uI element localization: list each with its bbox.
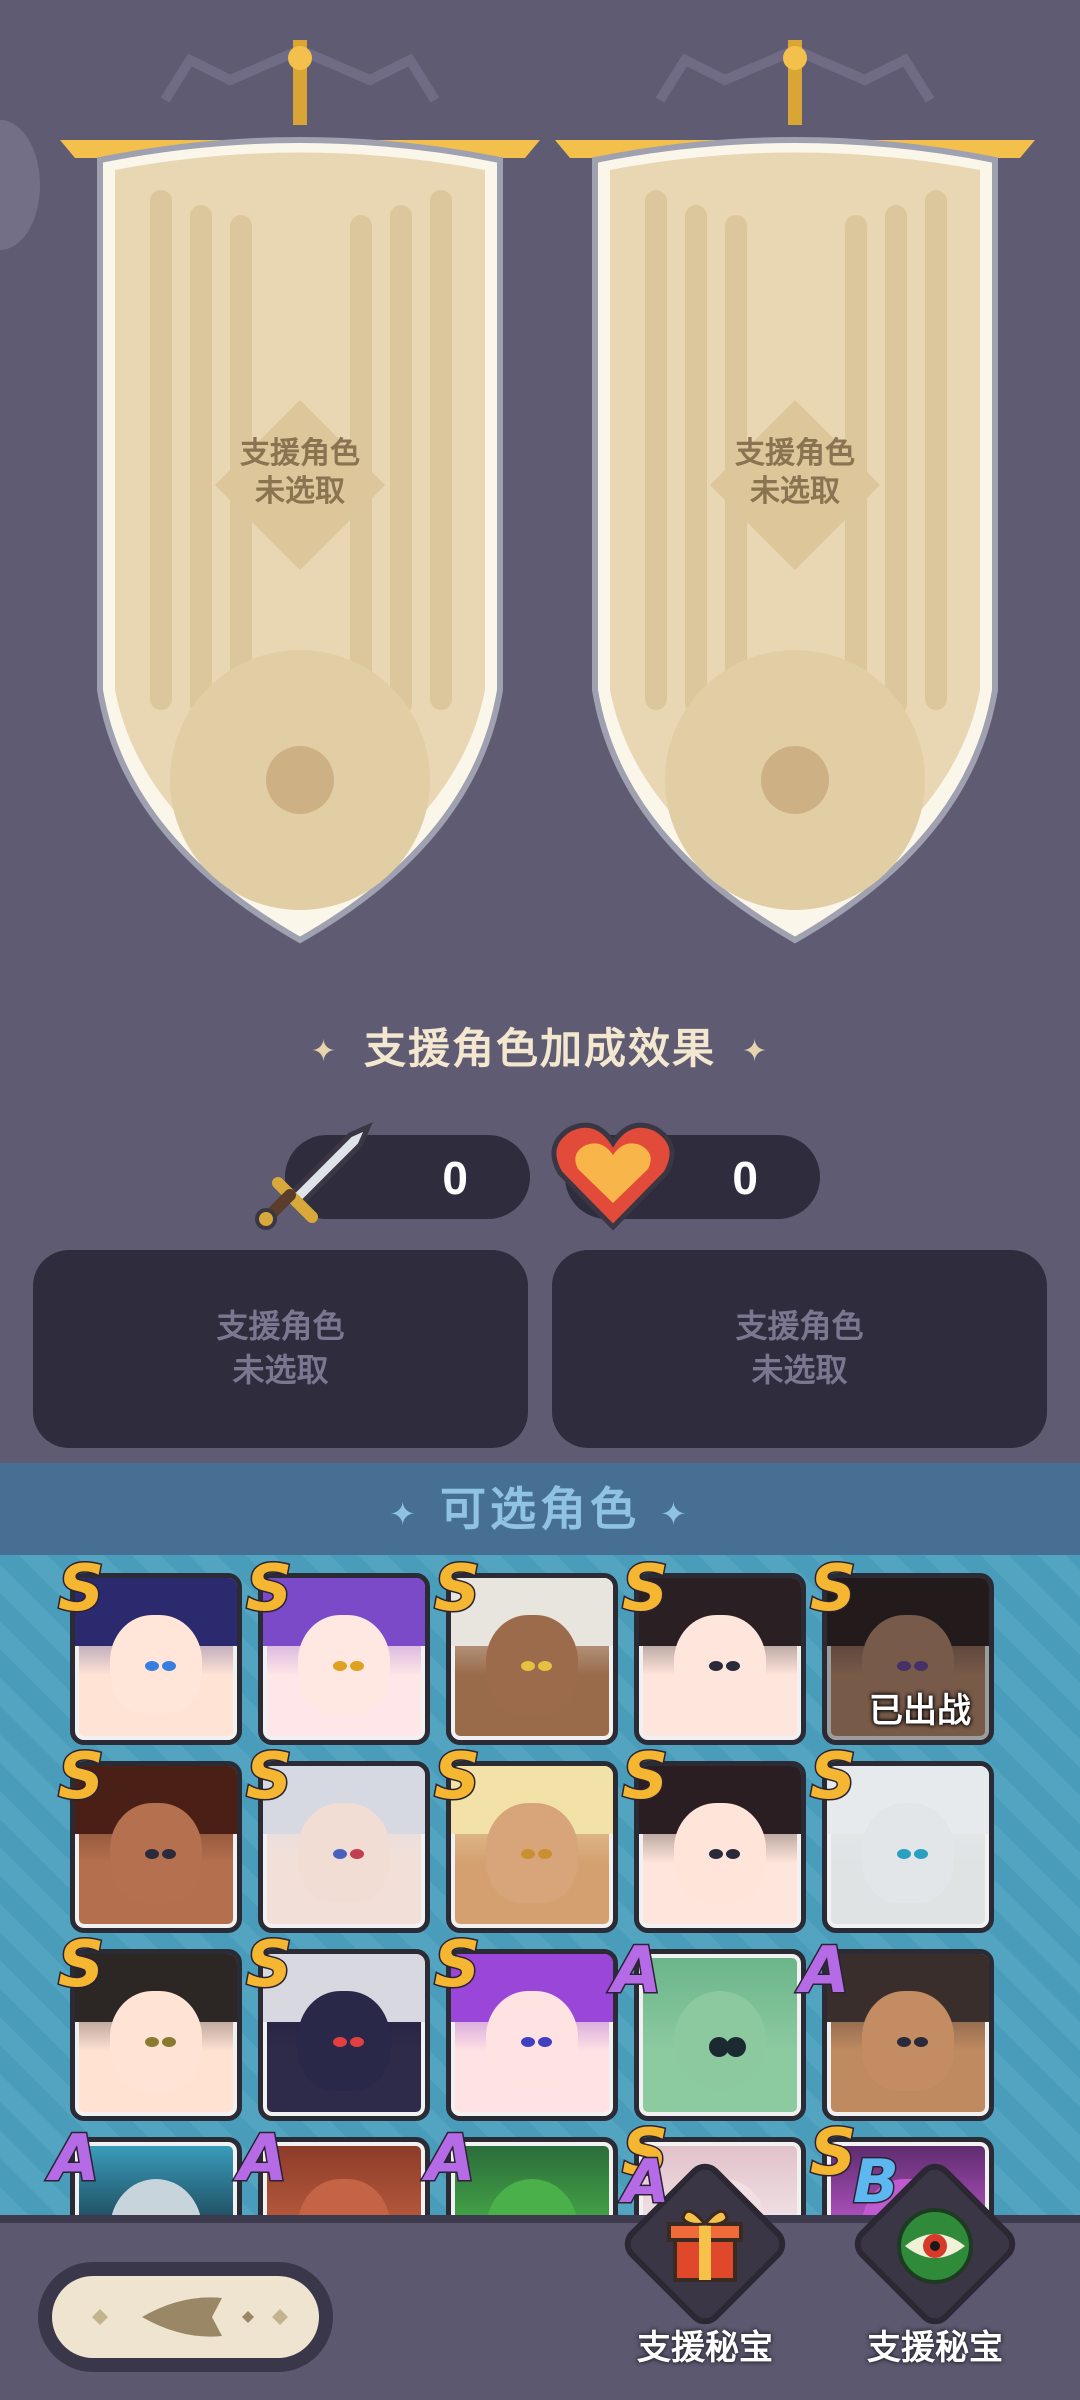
right-ornament-icon: ✦ xyxy=(742,1035,770,1069)
back-button-face xyxy=(52,2276,319,2358)
rank-badge: S xyxy=(808,1740,857,1814)
rank-badge: S xyxy=(432,1555,481,1626)
back-button[interactable] xyxy=(38,2262,333,2372)
left-ornament-icon: ✦ xyxy=(310,1035,338,1069)
rank-badge: S xyxy=(56,1555,105,1626)
banner-line-1: 支援角色 xyxy=(240,437,360,470)
rank-badge: A xyxy=(799,1934,852,2008)
side-orb-decoration xyxy=(0,120,40,250)
deployed-label: 已出战 xyxy=(869,1692,971,1730)
character-grid[interactable]: 已出战 S S S S S S S S S S S S S A A A A A … xyxy=(0,1555,1080,2215)
treasure-rank-badge: A xyxy=(621,2147,670,2217)
rank-badge: S xyxy=(432,1740,481,1814)
rank-badge: S xyxy=(244,1740,293,1814)
rank-badge: S xyxy=(808,1555,857,1626)
eye-orb-icon xyxy=(897,2208,973,2284)
rank-badge: A xyxy=(49,2122,102,2196)
support-banner-slot-1[interactable]: 支援角色 未选取 xyxy=(55,40,545,960)
bonus-effect-title: ✦ 支援角色加成效果 ✦ xyxy=(0,1015,1080,1076)
right-ornament-icon: ✦ xyxy=(660,1496,691,1532)
bonus-title-text: 支援角色加成效果 xyxy=(363,1025,716,1072)
slot-line-2: 未选取 xyxy=(751,1352,848,1388)
rank-badge: S xyxy=(56,1740,105,1814)
rank-badge: A xyxy=(237,2122,290,2196)
support-selection-screen: 支援角色 未选取 支援角色 未选取 ✦ 支援角色加成效果 ✦ 0 0 支援角色 … xyxy=(0,0,1080,2400)
slot-line-2: 未选取 xyxy=(232,1352,329,1388)
banner-line-1: 支援角色 xyxy=(735,437,855,470)
treasure-label: 支援秘宝 xyxy=(867,2329,1003,2367)
banner-line-2: 未选取 xyxy=(750,475,840,508)
attack-bonus-value: 0 xyxy=(442,1152,468,1204)
rank-badge: S xyxy=(56,1928,105,2002)
rank-badge: A xyxy=(425,2122,478,2196)
rank-badge: S xyxy=(244,1555,293,1626)
left-ornament-icon: ✦ xyxy=(389,1496,420,1532)
rank-badge: S xyxy=(432,1928,481,2002)
support-slot-card-1[interactable]: 支援角色 未选取 xyxy=(33,1250,528,1448)
gift-box-icon xyxy=(667,2209,743,2282)
support-treasure-button-2[interactable]: B 支援秘宝 xyxy=(835,2149,1035,2390)
sword-icon xyxy=(255,1122,373,1230)
banner-status-text: 支援角色 未选取 xyxy=(550,435,1040,511)
banner-line-2: 未选取 xyxy=(255,475,345,508)
rank-badge: S xyxy=(620,1555,669,1626)
health-bonus-value: 0 xyxy=(732,1152,758,1204)
back-arrow-icon xyxy=(92,2297,288,2337)
slot-line-1: 支援角色 xyxy=(735,1308,864,1344)
roster-header: ✦ 可选角色 ✦ xyxy=(0,1463,1080,1555)
rank-badge: A xyxy=(611,1934,664,2008)
roster-title: 可选角色 xyxy=(440,1483,640,1535)
treasure-rank-badge: B xyxy=(852,2147,901,2217)
slot-line-1: 支援角色 xyxy=(216,1308,345,1344)
heart-icon xyxy=(551,1122,675,1231)
banner-status-text: 支援角色 未选取 xyxy=(55,435,545,511)
rank-badge: S xyxy=(244,1928,293,2002)
rank-badge: S xyxy=(808,2116,857,2190)
treasure-label: 支援秘宝 xyxy=(637,2329,773,2367)
support-banner-slot-2[interactable]: 支援角色 未选取 xyxy=(550,40,1040,960)
support-slot-card-2[interactable]: 支援角色 未选取 xyxy=(552,1250,1047,1448)
rank-badge: S xyxy=(620,1740,669,1814)
support-treasure-button-1[interactable]: A 支援秘宝 xyxy=(605,2149,805,2390)
